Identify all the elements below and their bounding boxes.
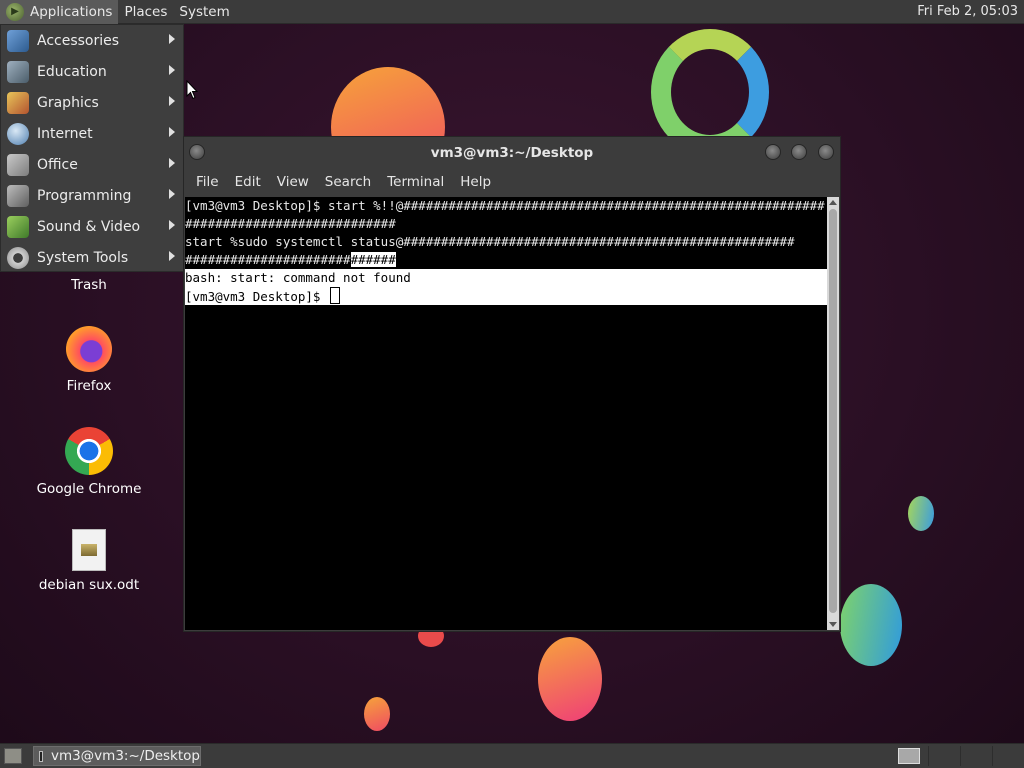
desktop-icon-label: debian sux.odt [38,577,140,593]
top-panel: ▶ Applications Places System Fri Feb 2, … [0,0,1024,24]
terminal-line-selected: bash: start: command not found [185,269,827,287]
internet-globe-icon [7,122,29,145]
wallpaper-blob-pink [538,637,602,721]
sound-video-icon [7,215,29,238]
workspace-switcher-4[interactable] [992,746,1023,766]
terminal-line: ############################ [185,216,396,231]
menu-item-label: System Tools [37,249,129,266]
desktop-icon-trash[interactable]: Trash [24,277,154,293]
menu-item-internet[interactable]: Internet [1,118,183,149]
scrollbar-thumb[interactable] [829,209,837,613]
terminal-output[interactable]: [vm3@vm3 Desktop]$ start %!!@###########… [185,197,827,630]
workspace-switcher-1[interactable] [898,748,920,764]
minimize-button[interactable] [765,144,781,160]
taskbar-terminal-button[interactable]: vm3@vm3:~/Desktop [33,746,201,766]
terminal-scrollbar[interactable] [827,197,839,630]
menu-item-office[interactable]: Office [1,149,183,180]
programming-icon [7,184,29,207]
terminal-menubar: File Edit View Search Terminal Help [184,169,840,195]
text-cursor [330,287,340,304]
menu-item-programming[interactable]: Programming [1,180,183,211]
close-button[interactable] [818,144,834,160]
applications-label: Applications [30,3,113,20]
menu-item-sound-video[interactable]: Sound & Video [1,211,183,242]
chrome-icon [65,427,113,475]
terminal-prompt-line: [vm3@vm3 Desktop]$ [185,287,827,305]
submenu-arrow-icon [169,96,175,106]
submenu-arrow-icon [169,220,175,230]
accessories-icon [7,29,29,52]
workspace-switcher-2[interactable] [928,746,959,766]
terminal-title: vm3@vm3:~/Desktop [430,145,594,161]
submenu-arrow-icon [169,127,175,137]
applications-dropdown: Accessories Education Graphics Internet … [0,24,184,272]
scroll-down-arrow-icon[interactable] [829,622,837,627]
scroll-up-arrow-icon[interactable] [829,200,837,205]
desktop-icon-firefox[interactable]: Firefox [24,326,154,394]
terminal-icon [39,750,43,762]
menu-item-education[interactable]: Education [1,56,183,87]
menu-item-system-tools[interactable]: System Tools [1,242,183,273]
menu-item-label: Programming [37,187,132,204]
menu-item-label: Graphics [37,94,99,111]
mouse-pointer-icon [186,80,198,100]
office-icon [7,153,29,176]
desktop-icon-label: Trash [71,277,107,293]
wallpaper-blob-small-blue [908,496,934,531]
wallpaper-blob-small-orange [364,697,390,731]
menu-help[interactable]: Help [452,174,499,190]
menu-item-graphics[interactable]: Graphics [1,87,183,118]
menu-view[interactable]: View [269,174,317,190]
menu-search[interactable]: Search [317,174,379,190]
desktop-icon-label: Google Chrome [36,481,142,497]
system-tools-gear-icon [7,246,29,269]
menu-item-label: Accessories [37,32,120,49]
menu-item-label: Internet [37,125,93,142]
bottom-panel: vm3@vm3:~/Desktop [0,743,1024,768]
terminal-window[interactable]: vm3@vm3:~/Desktop File Edit View Search … [183,136,841,632]
menu-item-label: Education [37,63,107,80]
menu-edit[interactable]: Edit [227,174,269,190]
document-icon [72,529,106,571]
workspace-switcher-3[interactable] [960,746,991,766]
education-icon [7,60,29,83]
desktop-icon-chrome[interactable]: Google Chrome [24,427,154,497]
menu-item-label: Office [37,156,78,173]
menu-terminal[interactable]: Terminal [379,174,452,190]
maximize-button[interactable] [791,144,807,160]
applications-menu-button[interactable]: ▶ Applications [0,0,119,24]
terminal-prompt: [vm3@vm3 Desktop]$ [185,289,328,304]
submenu-arrow-icon [169,251,175,261]
applications-logo-icon: ▶ [6,2,24,21]
submenu-arrow-icon [169,65,175,75]
places-menu-button[interactable]: Places [118,0,173,24]
submenu-arrow-icon [169,34,175,44]
terminal-line: ############################ [185,251,827,269]
show-desktop-icon[interactable] [4,748,22,764]
system-menu-button[interactable]: System [173,0,235,24]
desktop-icon-label: Firefox [66,378,112,394]
selected-text: ###### [350,252,396,267]
window-menu-button[interactable] [189,144,205,160]
graphics-icon [7,91,29,114]
menu-item-label: Sound & Video [37,218,141,235]
terminal-line: [vm3@vm3 Desktop]$ start %!!@###########… [185,198,825,213]
submenu-arrow-icon [169,189,175,199]
terminal-titlebar[interactable]: vm3@vm3:~/Desktop [184,137,840,169]
menu-file[interactable]: File [188,174,227,190]
wallpaper-blob-blue [840,584,902,666]
firefox-icon [66,326,112,372]
terminal-text: ###################### [185,252,351,267]
clock[interactable]: Fri Feb 2, 05:03 [917,0,1018,24]
desktop-icon-document[interactable]: debian sux.odt [24,529,154,593]
submenu-arrow-icon [169,158,175,168]
terminal-line: start %sudo systemctl status@###########… [185,234,795,249]
taskbar-label: vm3@vm3:~/Desktop [50,748,200,764]
menu-item-accessories[interactable]: Accessories [1,25,183,56]
